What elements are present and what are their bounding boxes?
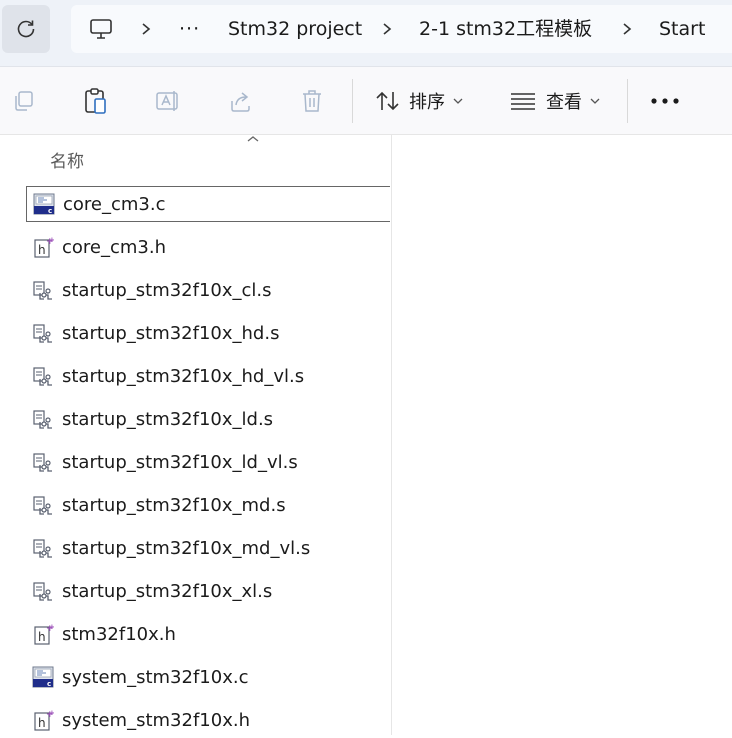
svg-text:+: + bbox=[49, 623, 54, 631]
address-bar[interactable]: ··· Stm32 project 2-1 stm32工程模板 Start bbox=[71, 5, 732, 53]
command-bar: 排序 查看 bbox=[0, 66, 732, 135]
file-row[interactable]: h + + core_cm3.h bbox=[26, 229, 390, 265]
file-name: system_stm32f10x.h bbox=[62, 709, 250, 731]
sort-ascending-icon bbox=[247, 136, 259, 142]
chevron-right-icon[interactable] bbox=[382, 5, 392, 53]
refresh-button[interactable] bbox=[2, 5, 50, 53]
file-name: startup_stm32f10x_ld.s bbox=[62, 408, 274, 430]
file-row[interactable]: startup_stm32f10x_md.s bbox=[26, 487, 390, 523]
file-name: startup_stm32f10x_md_vl.s bbox=[62, 537, 311, 559]
svg-text:+: + bbox=[49, 236, 54, 244]
sort-button[interactable]: 排序 bbox=[375, 85, 463, 117]
asm-file-icon bbox=[32, 408, 54, 430]
sort-label: 排序 bbox=[409, 92, 445, 113]
breadcrumb-stm32-project[interactable]: Stm32 project bbox=[228, 5, 362, 53]
file-name: startup_stm32f10x_hd.s bbox=[62, 322, 280, 344]
file-name: core_cm3.c bbox=[63, 193, 166, 215]
c-file-icon: c bbox=[32, 666, 54, 688]
file-name: startup_stm32f10x_cl.s bbox=[62, 279, 272, 301]
svg-text:c: c bbox=[47, 680, 51, 688]
asm-file-icon bbox=[32, 365, 54, 387]
copy-button[interactable] bbox=[10, 85, 38, 117]
asm-file-icon bbox=[32, 451, 54, 473]
file-name: startup_stm32f10x_xl.s bbox=[62, 580, 273, 602]
file-name: stm32f10x.h bbox=[62, 623, 176, 645]
rename-button[interactable] bbox=[154, 85, 182, 117]
view-button[interactable]: 查看 bbox=[510, 85, 600, 117]
file-row[interactable]: startup_stm32f10x_hd_vl.s bbox=[26, 358, 390, 394]
clipboard-icon bbox=[85, 88, 106, 114]
computer-icon[interactable] bbox=[89, 5, 113, 53]
asm-file-icon bbox=[32, 537, 54, 559]
toolbar-divider bbox=[352, 79, 353, 123]
svg-text:h: h bbox=[38, 243, 46, 257]
details-pane bbox=[392, 135, 732, 735]
file-name: startup_stm32f10x_hd_vl.s bbox=[62, 365, 305, 387]
file-row[interactable]: c system_stm32f10x.c bbox=[26, 659, 390, 695]
c-file-icon: c bbox=[33, 193, 55, 215]
file-row[interactable]: h + + stm32f10x.h bbox=[26, 616, 390, 652]
file-row[interactable]: startup_stm32f10x_cl.s bbox=[26, 272, 390, 308]
copy-icon bbox=[15, 91, 33, 111]
svg-text:h: h bbox=[38, 630, 46, 644]
file-name: startup_stm32f10x_ld_vl.s bbox=[62, 451, 298, 473]
breadcrumb-start[interactable]: Start bbox=[659, 5, 705, 53]
refresh-icon bbox=[17, 20, 35, 38]
file-row[interactable]: startup_stm32f10x_xl.s bbox=[26, 573, 390, 609]
breadcrumb-project-template[interactable]: 2-1 stm32工程模板 bbox=[419, 5, 592, 53]
file-name: core_cm3.h bbox=[62, 236, 167, 258]
share-button[interactable] bbox=[227, 85, 255, 117]
rename-icon bbox=[156, 91, 178, 111]
file-name: system_stm32f10x.c bbox=[62, 666, 249, 688]
file-row[interactable]: startup_stm32f10x_ld.s bbox=[26, 401, 390, 437]
sort-icon bbox=[376, 91, 399, 111]
address-bar-area: ··· Stm32 project 2-1 stm32工程模板 Start bbox=[0, 0, 732, 66]
chevron-right-icon[interactable] bbox=[141, 5, 151, 53]
paste-button[interactable] bbox=[82, 85, 110, 117]
asm-file-icon bbox=[32, 494, 54, 516]
h-file-icon: h + + bbox=[32, 709, 54, 731]
chevron-down-icon bbox=[590, 98, 600, 104]
h-file-icon: h + + bbox=[32, 236, 54, 258]
delete-button[interactable] bbox=[298, 85, 326, 117]
h-file-icon: h + + bbox=[32, 623, 54, 645]
file-row[interactable]: startup_stm32f10x_ld_vl.s bbox=[26, 444, 390, 480]
share-icon bbox=[231, 92, 250, 112]
more-options-button[interactable] bbox=[648, 85, 682, 117]
column-header-name[interactable]: 名称 bbox=[50, 147, 84, 172]
asm-file-icon bbox=[32, 580, 54, 602]
view-label: 查看 bbox=[546, 92, 582, 113]
svg-text:c: c bbox=[48, 207, 52, 215]
view-lines-icon bbox=[511, 93, 535, 110]
file-list-pane: 名称 c core_cm3.c h + + core_cm3.h startup_stm32… bbox=[0, 135, 392, 735]
asm-file-icon bbox=[32, 279, 54, 301]
file-row[interactable]: startup_stm32f10x_md_vl.s bbox=[26, 530, 390, 566]
chevron-right-icon[interactable] bbox=[622, 5, 632, 53]
chevron-down-icon bbox=[453, 98, 463, 104]
svg-text:+: + bbox=[49, 709, 54, 717]
file-name: startup_stm32f10x_md.s bbox=[62, 494, 286, 516]
svg-text:h: h bbox=[38, 716, 46, 730]
file-row[interactable]: h + + system_stm32f10x.h bbox=[26, 702, 390, 738]
file-row[interactable]: c core_cm3.c bbox=[26, 186, 390, 222]
breadcrumb-overflow[interactable]: ··· bbox=[179, 5, 200, 53]
toolbar-divider bbox=[627, 79, 628, 123]
more-icon bbox=[651, 98, 679, 104]
file-row[interactable]: startup_stm32f10x_hd.s bbox=[26, 315, 390, 351]
trash-icon bbox=[303, 90, 321, 112]
asm-file-icon bbox=[32, 322, 54, 344]
